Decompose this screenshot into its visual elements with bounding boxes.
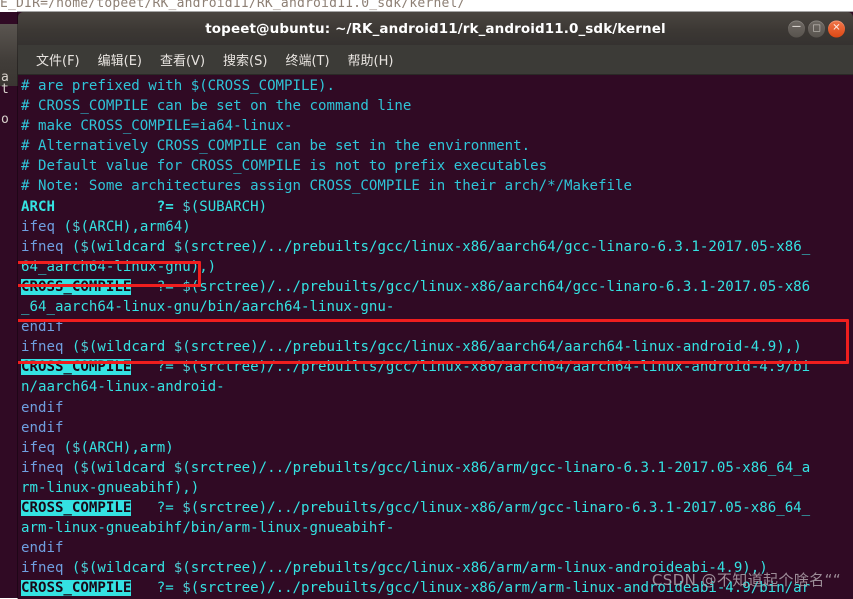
terminal-line: CROSS_COMPILE ?= $(srctree)/../prebuilts… bbox=[21, 499, 811, 516]
terminal-line: ifeq ($(ARCH),arm64) bbox=[21, 218, 191, 235]
terminal-line: endif bbox=[21, 319, 64, 336]
terminal-lines: # are prefixed with $(CROSS_COMPILE). # C… bbox=[21, 76, 853, 599]
menu-item-terminal[interactable]: 终端(T) bbox=[276, 47, 338, 73]
terminal-line: # make CROSS_COMPILE=ia64-linux- bbox=[21, 118, 293, 135]
terminal-line: CROSS_COMPILE ?= $(srctree)/../prebuilts… bbox=[21, 359, 811, 376]
csdn-watermark: CSDN @不知道起个啥名““ bbox=[651, 571, 841, 589]
menu-item-search[interactable]: 搜索(S) bbox=[214, 47, 276, 73]
window-title: topeet@ubuntu: ~/RK_android11/rk_android… bbox=[205, 20, 666, 37]
menu-item-view[interactable]: 查看(V) bbox=[151, 47, 214, 73]
terminal-line: ifeq ($(ARCH),arm) bbox=[21, 439, 174, 456]
maximize-icon: □ bbox=[812, 23, 821, 33]
terminal-line: # are prefixed with $(CROSS_COMPILE). bbox=[21, 78, 335, 94]
menu-item-help[interactable]: 帮助(H) bbox=[339, 47, 403, 73]
terminal-output-area[interactable]: # are prefixed with $(CROSS_COMPILE). # C… bbox=[18, 75, 853, 599]
terminal-line: endif bbox=[21, 419, 64, 436]
terminal-line: ifneq ($(wildcard $(srctree)/../prebuilt… bbox=[21, 459, 811, 476]
terminal-line: # CROSS_COMPILE can be set on the comman… bbox=[21, 98, 412, 115]
bg-sliver-char-o: o bbox=[1, 112, 9, 127]
terminal-line: rm-linux-gnueabihf),) bbox=[21, 479, 200, 496]
terminal-line: endif bbox=[21, 399, 64, 416]
background-shell-path-text: E_DIR=/home/topeet/RK_android11/RK_andro… bbox=[0, 0, 466, 11]
close-icon: ✕ bbox=[832, 22, 841, 34]
background-window-sliver[interactable]: a o t bbox=[0, 12, 18, 598]
terminal-line: _64_aarch64-linux-gnu/bin/aarch64-linux-… bbox=[21, 299, 395, 316]
terminal-window[interactable]: topeet@ubuntu: ~/RK_android11/rk_android… bbox=[18, 12, 853, 599]
terminal-line: endif bbox=[21, 540, 64, 557]
terminal-line: ifneq ($(wildcard $(srctree)/../prebuilt… bbox=[21, 238, 811, 255]
menu-item-edit[interactable]: 编辑(E) bbox=[89, 47, 151, 73]
close-button[interactable]: ✕ bbox=[828, 20, 845, 37]
maximize-button[interactable]: □ bbox=[808, 20, 825, 37]
terminal-line: CROSS_COMPILE ?= $(srctree)/../prebuilts… bbox=[21, 278, 811, 295]
terminal-line: n/aarch64-linux-android- bbox=[21, 379, 225, 396]
terminal-line: # Default value for CROSS_COMPILE is not… bbox=[21, 158, 548, 175]
terminal-line: arm-linux-gnueabihf/bin/arm-linux-gnueab… bbox=[21, 520, 395, 537]
window-controls[interactable]: − □ ✕ bbox=[788, 20, 845, 37]
window-title-bar[interactable]: topeet@ubuntu: ~/RK_android11/rk_android… bbox=[18, 12, 853, 45]
menu-item-file[interactable]: 文件(F) bbox=[27, 47, 89, 73]
terminal-line: # Alternatively CROSS_COMPILE can be set… bbox=[21, 138, 531, 155]
terminal-line: # Note: Some architectures assign CROSS_… bbox=[21, 178, 632, 195]
bg-sliver-char-t: t bbox=[1, 82, 9, 97]
terminal-line: ifneq ($(wildcard $(srctree)/../prebuilt… bbox=[21, 339, 802, 356]
terminal-line: 64_aarch64-linux-gnu),) bbox=[21, 258, 217, 275]
terminal-line: ARCH ?= $(SUBARCH) bbox=[21, 198, 268, 215]
minimize-icon: − bbox=[791, 19, 802, 35]
minimize-button[interactable]: − bbox=[788, 20, 805, 37]
menu-bar[interactable]: 文件(F) 编辑(E) 查看(V) 搜索(S) 终端(T) 帮助(H) bbox=[18, 45, 853, 75]
